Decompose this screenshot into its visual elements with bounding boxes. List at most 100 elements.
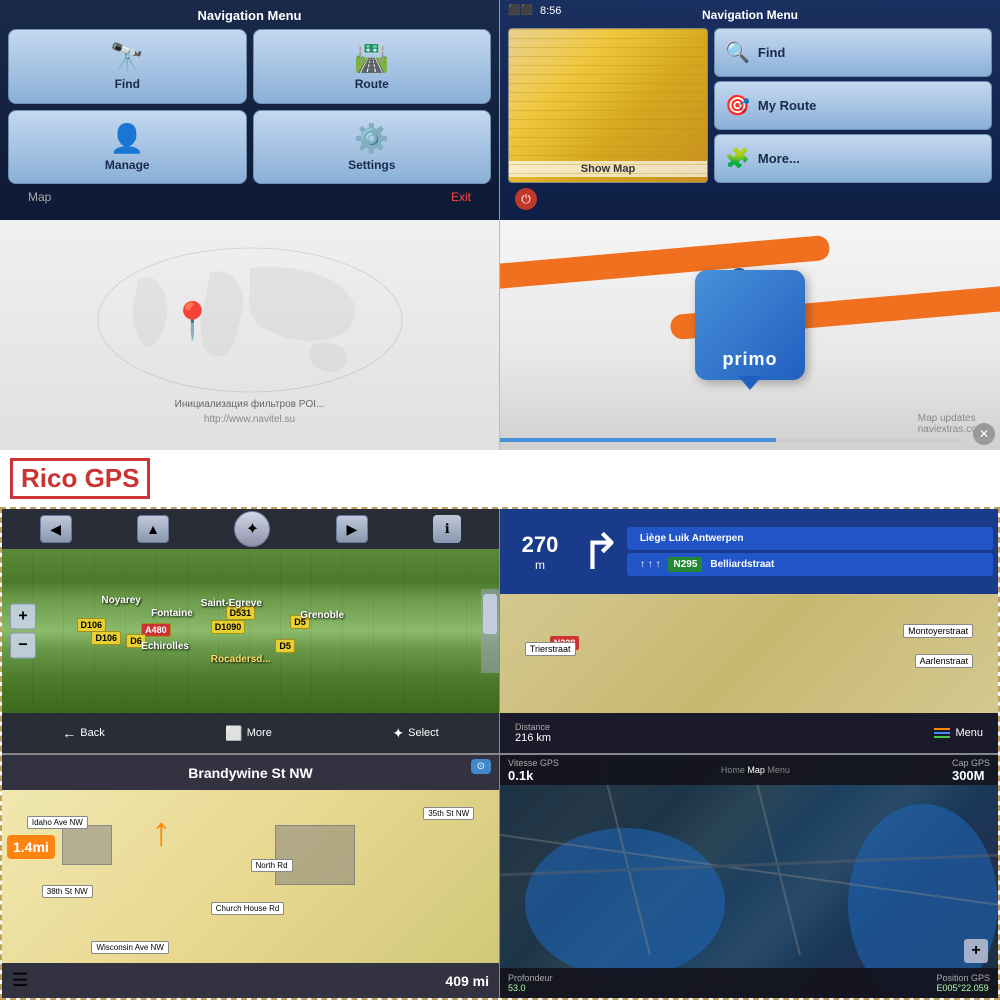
status-bar: ⬛⬛ — [508, 5, 533, 16]
dist-unit: m — [510, 558, 570, 572]
road-d106a: D106 — [77, 618, 107, 632]
binoculars-icon: 🔭 — [110, 41, 145, 74]
zoom-out-btn[interactable]: − — [10, 633, 36, 659]
menu-line-2 — [934, 732, 950, 734]
world-map — [80, 240, 420, 400]
directions-panel: Liège Luik Antwerpen ↑ ↑ ↑ N295 Belliard… — [627, 527, 993, 576]
trierstraat-label: Trierstraat — [525, 642, 576, 656]
map-turn-bg: N228 Trierstraat Montoyerstraat Aarlenst… — [500, 594, 998, 713]
nav-right-title: Navigation Menu — [508, 8, 992, 22]
settings-label: Settings — [348, 158, 395, 172]
sat-center: Home Map Menu — [559, 765, 952, 775]
street-bottom-bar: ☰ 409 mi — [2, 963, 499, 998]
top-row: Navigation Menu 🔭 Find 🛣️ Route 👤 Manage… — [0, 0, 1000, 220]
menu-label: Menu — [955, 727, 983, 739]
city-sign-1: Liège Luik Antwerpen — [635, 531, 749, 546]
menu-line-3 — [934, 736, 950, 738]
info-btn[interactable]: ℹ — [433, 515, 461, 543]
exit-button[interactable]: Exit — [451, 190, 471, 204]
map3d-bottom-bar: ← Back ⬜ More ✦ Select — [2, 713, 499, 753]
route-label: Route — [355, 77, 389, 91]
city-rocad: Rocadersd... — [211, 654, 271, 665]
find-icon: 🔍 — [725, 40, 750, 65]
settings-cell[interactable]: ⚙️ Settings — [253, 110, 492, 185]
position-section: Position GPS E005°22.059 — [936, 973, 990, 993]
position-label: Position GPS — [936, 973, 990, 983]
primo-text: primo — [722, 349, 777, 370]
power-button[interactable]: ⏻ — [515, 188, 537, 210]
close-button[interactable]: ✕ — [973, 423, 995, 445]
menu-btn[interactable]: Menu — [934, 727, 983, 739]
progress-fill — [500, 438, 776, 442]
more-icon: ⬜ — [225, 725, 242, 742]
recenter-btn[interactable]: ⊙ — [471, 759, 491, 774]
dist-total: 409 mi — [445, 973, 489, 989]
back-label: Back — [80, 727, 104, 739]
navitel-screen: 📍 Инициализация фильтров POI... http://w… — [0, 220, 500, 450]
plus-btn[interactable]: + — [964, 939, 988, 963]
find-text: Find — [758, 45, 785, 60]
vitesse-value: 0.1k — [508, 768, 559, 783]
back-btn[interactable]: ← Back — [62, 725, 104, 741]
map-3d: ◀ ▲ ✦ ▶ ℹ + − A480 D106 D106 D1090 D531 — [2, 509, 500, 753]
distance-side: 1.4mi — [7, 835, 55, 859]
nav-left-grid: 🔭 Find 🛣️ Route 👤 Manage ⚙️ Settings — [8, 29, 491, 184]
my-route-text: My Route — [758, 98, 817, 113]
distance-value: 1.4mi — [13, 839, 49, 855]
menu-icon — [934, 728, 950, 738]
url-text: http://www.navitel.su — [0, 414, 499, 425]
bottom-section: ◀ ▲ ✦ ▶ ℹ + − A480 D106 D106 D1090 D531 — [0, 507, 1000, 1000]
back-nav-btn[interactable]: ◀ — [40, 515, 72, 543]
manage-cell[interactable]: 👤 Manage — [8, 110, 247, 185]
loading-text: Инициализация фильтров POI... — [0, 399, 499, 410]
belliard-sign: Belliardstraat — [705, 557, 779, 572]
zoom-in-btn[interactable]: + — [10, 604, 36, 630]
more-btn[interactable]: ⬜ More — [225, 725, 272, 742]
map-preview[interactable]: Show Map — [508, 28, 708, 183]
map-turn-area: N228 Trierstraat Montoyerstraat Aarlenst… — [500, 594, 998, 713]
map-button[interactable]: Map — [28, 190, 51, 204]
map3d-top-bar: ◀ ▲ ✦ ▶ ℹ — [2, 509, 499, 549]
fwd-nav-btn[interactable]: ▶ — [336, 515, 368, 543]
route-icon: 🛣️ — [354, 41, 389, 74]
more-button[interactable]: 🧩 More... — [714, 134, 992, 183]
back-arrow-icon: ← — [62, 725, 76, 741]
city-echirolles: Echirolles — [141, 641, 189, 652]
find-cell[interactable]: 🔭 Find — [8, 29, 247, 104]
primo-logo: primo — [695, 270, 805, 380]
up-nav-btn[interactable]: ▲ — [137, 515, 169, 543]
road-signs: Liège Luik Antwerpen — [635, 531, 749, 546]
dist-value: 216 km — [515, 732, 551, 744]
menu-map-icon[interactable]: ☰ — [12, 970, 28, 991]
scroll-thumb — [483, 594, 497, 634]
scroll-bar[interactable] — [481, 589, 499, 673]
north-rd-sign: North Rd — [251, 859, 293, 872]
more-icon: 🧩 — [725, 146, 750, 171]
rico-gps-title: Rico GPS — [10, 458, 150, 499]
sat-background — [500, 755, 998, 998]
cas-value: 300M — [952, 768, 990, 783]
route-cell[interactable]: 🛣️ Route — [253, 29, 492, 104]
road-d1090: D1090 — [211, 620, 246, 634]
find-button[interactable]: 🔍 Find — [714, 28, 992, 77]
map-satellite: Vitesse GPS 0.1k Home Map Menu Cap GPS 3… — [500, 754, 998, 998]
vitesse-label: Vitesse GPS — [508, 758, 559, 768]
city-sign-2: ↑ ↑ ↑ — [635, 557, 666, 572]
city-noyarey: Noyarey — [101, 595, 140, 606]
my-route-button[interactable]: 🎯 My Route — [714, 81, 992, 130]
find-label: Find — [115, 77, 140, 91]
menu-line-1 — [934, 728, 950, 730]
distance-km: Distance 216 km — [515, 722, 551, 744]
road-d106b: D106 — [91, 631, 121, 645]
select-btn[interactable]: ✦ Select — [392, 725, 438, 742]
st35-sign: 35th St NW — [423, 807, 474, 820]
sat-bottom-bar: Profondeur 53.0 Position GPS E005°22.059 — [500, 968, 998, 998]
map-turn-bottom: Distance 216 km Menu — [500, 713, 998, 753]
zoom-controls: + − — [10, 604, 36, 659]
street-top-bar: Brandywine St NW ⊙ — [2, 755, 499, 790]
road-d5b: D5 — [275, 639, 295, 653]
idaho-ave-sign: Idaho Ave NW — [27, 816, 88, 829]
compass[interactable]: ✦ — [234, 511, 270, 547]
nav-menu-left: Navigation Menu 🔭 Find 🛣️ Route 👤 Manage… — [0, 0, 500, 220]
manage-icon: 👤 — [110, 122, 145, 155]
